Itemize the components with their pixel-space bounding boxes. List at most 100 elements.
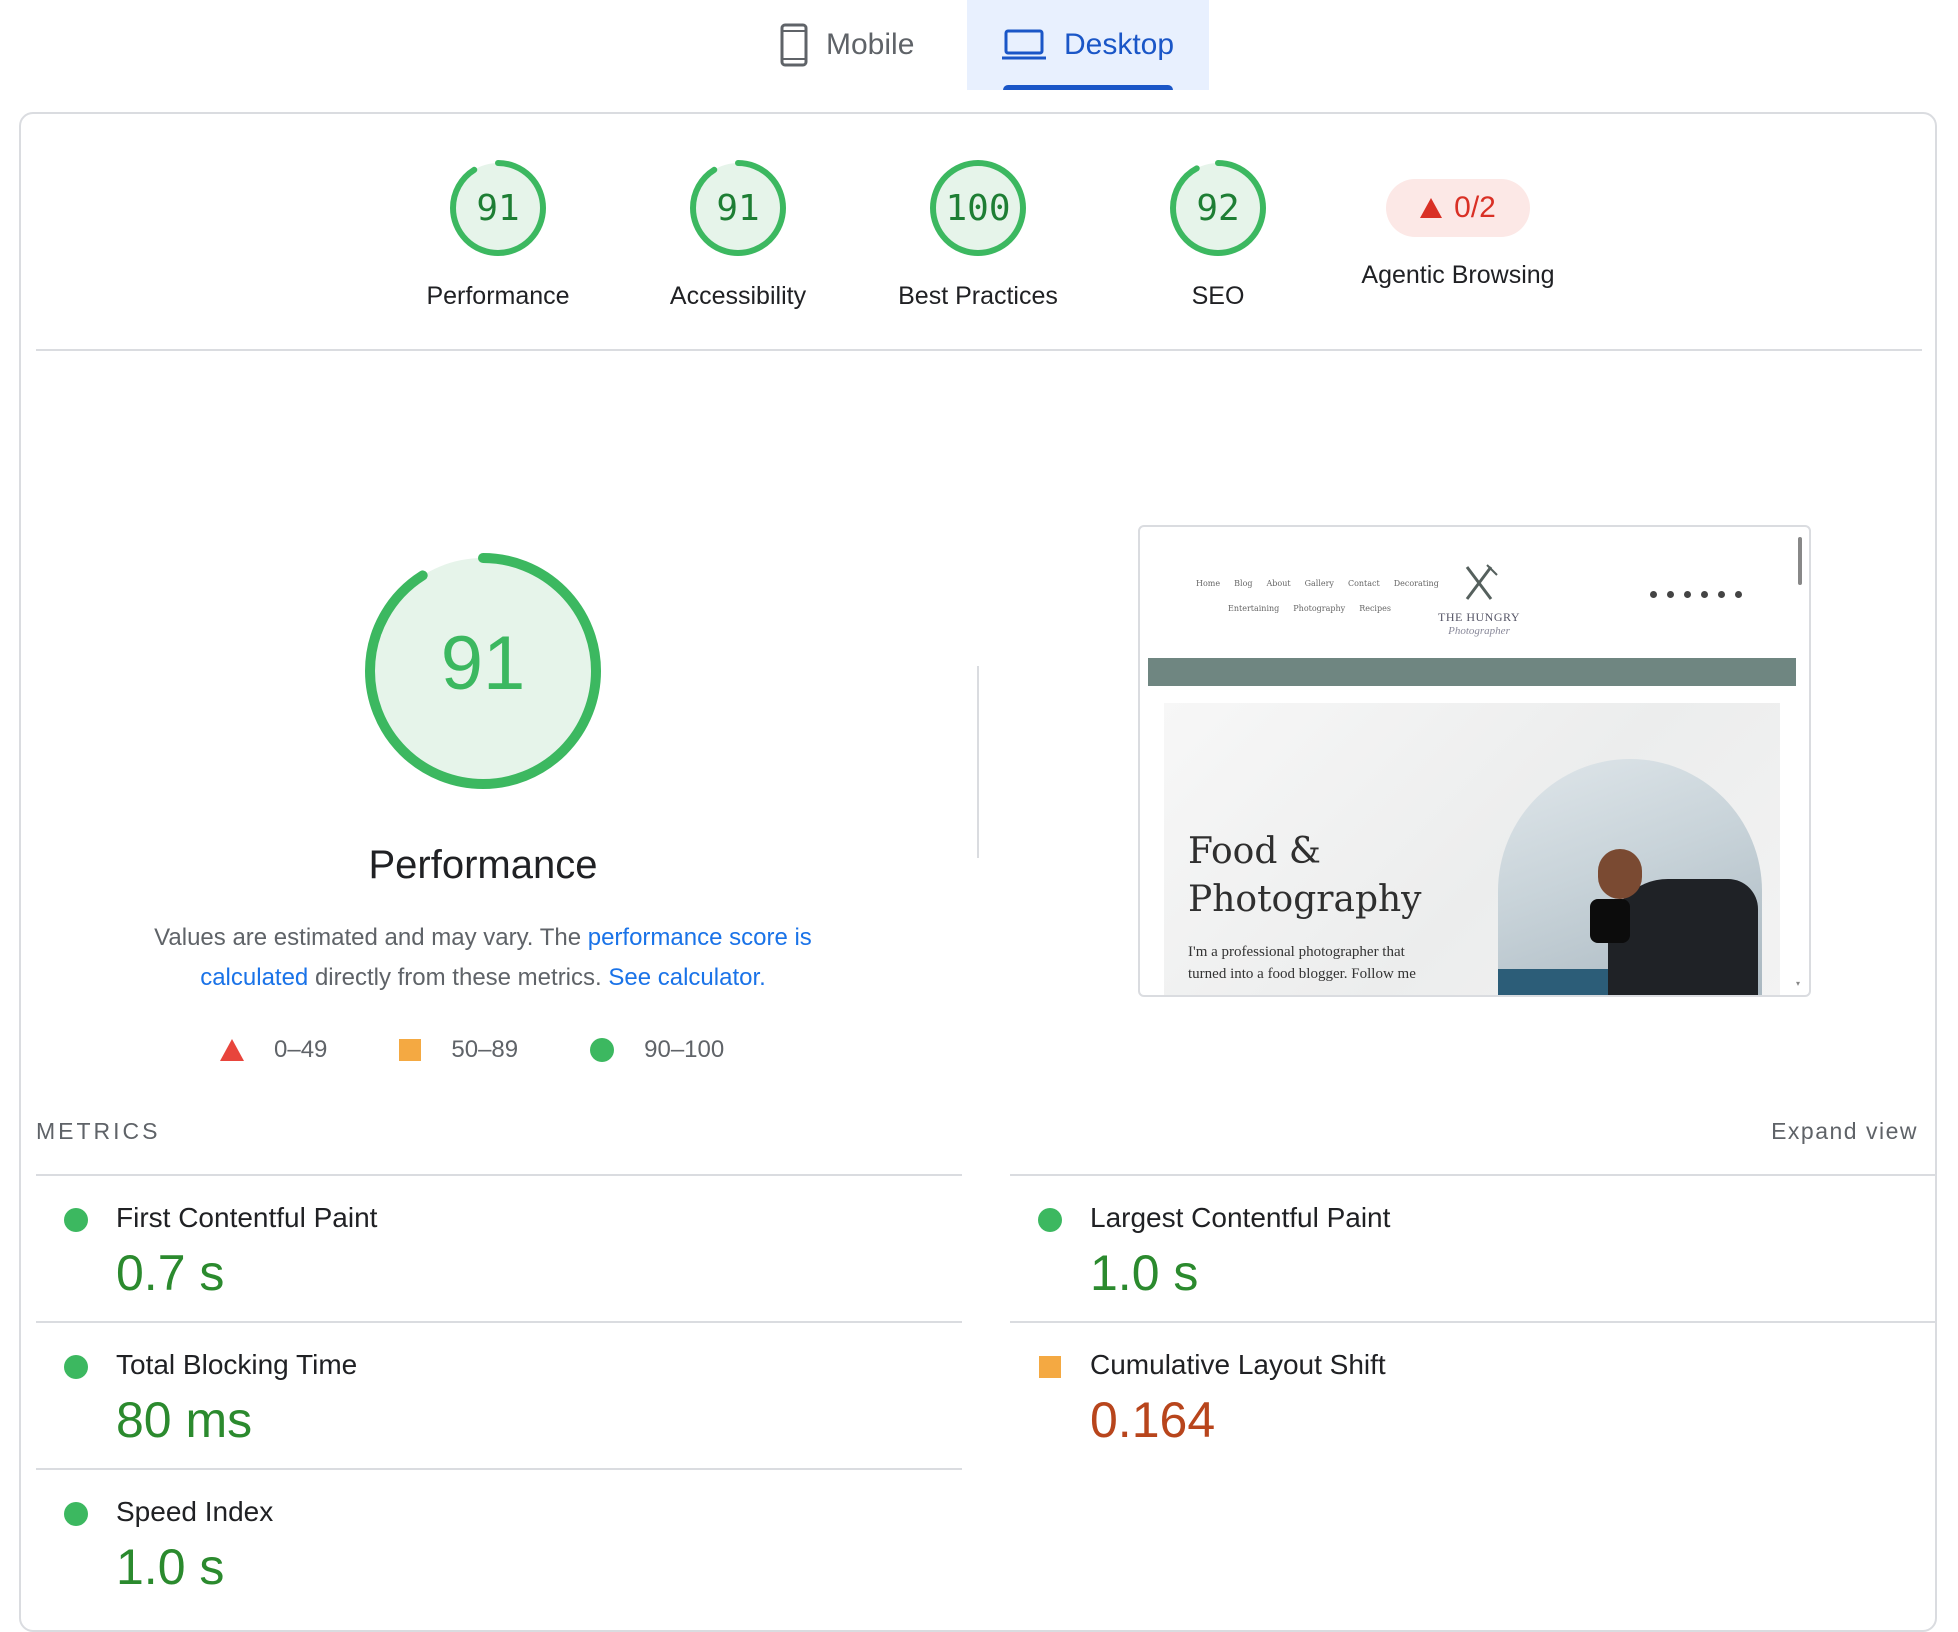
laptop-icon [1001, 29, 1046, 61]
tab-desktop-label: Desktop [1063, 28, 1175, 61]
thumb-nav-item: Gallery [1304, 579, 1334, 588]
thumb-nav-item: Photography [1293, 604, 1346, 613]
gauge-score: 92 [1196, 188, 1240, 229]
desc-text-2: directly from these metrics. [308, 964, 609, 991]
social-icon [1650, 591, 1657, 598]
thumb-nav-item: Recipes [1359, 604, 1391, 613]
pass-indicator-icon [1038, 1208, 1062, 1232]
gauge-score: 100 [945, 188, 1011, 229]
metric-value: 0.7 s [116, 1245, 225, 1301]
thumb-brand-script: Photographer [1448, 625, 1510, 637]
final-screenshot[interactable]: Home Blog About Gallery Contact Decorating En… [1138, 525, 1811, 997]
thumb-nav-item: Contact [1347, 579, 1380, 588]
hero-title-line: Food & [1188, 831, 1321, 872]
pass-indicator-icon [64, 1502, 88, 1526]
score-legend: 0–49 50–89 90–100 [220, 1036, 796, 1064]
tab-mobile[interactable]: Mobile [780, 0, 950, 90]
circle-icon [590, 1038, 615, 1062]
average-indicator-icon [1038, 1355, 1061, 1378]
search-icon [1735, 591, 1742, 598]
warning-triangle-icon [1420, 198, 1443, 218]
metric-value: 0.164 [1090, 1392, 1216, 1448]
pass-indicator-icon [64, 1355, 88, 1379]
divider [36, 1468, 962, 1470]
gauge-best-practices[interactable]: 100 Best Practices [858, 158, 1098, 311]
legend-pass: 90–100 [590, 1036, 724, 1064]
thumb-nav-item: Blog [1234, 579, 1253, 588]
triangle-icon [220, 1039, 244, 1061]
performance-description: Values are estimated and may vary. The p… [110, 918, 856, 998]
vertical-divider [977, 666, 979, 858]
square-icon [399, 1039, 422, 1061]
fork-knife-icon [1465, 564, 1498, 600]
gauge-accessibility[interactable]: 91 Accessibility [618, 158, 858, 311]
thumb-photographer-photo [1498, 759, 1762, 995]
thumb-social-icons [1650, 591, 1742, 598]
metric-name: Speed Index [116, 1496, 274, 1527]
divider [36, 349, 1922, 351]
metric-value: 80 ms [116, 1392, 253, 1448]
photo-person [1608, 879, 1758, 995]
photo-person-head [1598, 849, 1642, 899]
social-icon [1667, 591, 1674, 598]
social-icon [1684, 591, 1691, 598]
legend-average-label: 50–89 [451, 1036, 519, 1063]
see-calculator-link[interactable]: See calculator. [608, 964, 765, 991]
metric-value: 1.0 s [1090, 1245, 1199, 1301]
gauge-label: Accessibility [669, 282, 807, 310]
active-tab-indicator [1003, 85, 1173, 90]
performance-title: Performance [368, 843, 598, 887]
thumb-nav-row2: Entertaining Photography Recipes [1228, 604, 1405, 613]
gauge-performance[interactable]: 91 Performance [378, 158, 618, 311]
performance-score: 91 [440, 621, 526, 706]
pass-indicator-icon [64, 1208, 88, 1232]
thumb-brand: THE HUNGRY [1438, 610, 1520, 624]
gauge-ring: 92 [1168, 158, 1268, 258]
divider [1010, 1174, 1936, 1176]
hero-sub-line: I'm a professional photographer that [1188, 944, 1405, 960]
legend-average: 50–89 [399, 1036, 518, 1064]
scroll-down-icon: ▾ [1796, 979, 1801, 988]
thumb-hero: Food & Photography I'm a professional pho… [1164, 703, 1780, 995]
agentic-status-badge: 0/2 [1386, 179, 1530, 237]
tab-desktop[interactable]: Desktop [967, 0, 1209, 90]
gauge-ring: 91 [688, 158, 788, 258]
divider [1010, 1321, 1936, 1323]
metric-value: 1.0 s [116, 1539, 225, 1595]
thumb-banner [1148, 658, 1796, 686]
thumb-nav-item: Home [1196, 579, 1221, 588]
phone-icon [780, 23, 808, 67]
legend-fail-label: 0–49 [274, 1036, 328, 1063]
legend-fail: 0–49 [220, 1036, 327, 1064]
gauge-label: Best Practices [898, 282, 1058, 310]
thumb-scrollbar [1798, 537, 1802, 585]
gauge-ring: 100 [928, 158, 1028, 258]
gauge-agentic-browsing[interactable]: 0/2 Agentic Browsing [1338, 158, 1578, 290]
social-icon [1701, 591, 1708, 598]
thumb-nav-item: About [1266, 579, 1291, 588]
gauge-seo[interactable]: 92 SEO [1098, 158, 1338, 311]
hero-title-line: Photography [1188, 879, 1422, 920]
metric-name: Total Blocking Time [116, 1349, 358, 1380]
divider [36, 1321, 962, 1323]
expand-view-button[interactable]: Expand view [1771, 1118, 1918, 1145]
gauge-label: Agentic Browsing [1361, 261, 1555, 289]
metrics-heading: METRICS [36, 1118, 161, 1144]
hero-sub-line: turned into a food blogger. Follow me [1188, 966, 1416, 982]
gauge-label: SEO [1191, 282, 1245, 310]
divider [36, 1174, 962, 1176]
metric-name: Largest Contentful Paint [1090, 1202, 1391, 1233]
thumb-hero-title: Food & Photography [1188, 828, 1422, 924]
legend-pass-label: 90–100 [644, 1036, 725, 1063]
desc-text: Values are estimated and may vary. The [154, 924, 588, 951]
photo-counter [1498, 969, 1618, 995]
social-icon [1718, 591, 1725, 598]
gauge-score: 91 [476, 188, 520, 229]
agentic-score: 0/2 [1454, 191, 1496, 224]
metric-name: Cumulative Layout Shift [1090, 1349, 1386, 1380]
metric-name: First Contentful Paint [116, 1202, 378, 1233]
thumb-hero-sub: I'm a professional photographer that turn… [1188, 941, 1416, 985]
gauge-ring: 91 [448, 158, 548, 258]
thumb-nav-row1: Home Blog About Gallery Contact Decorating [1196, 579, 1453, 588]
gauge-label: Performance [426, 282, 570, 310]
